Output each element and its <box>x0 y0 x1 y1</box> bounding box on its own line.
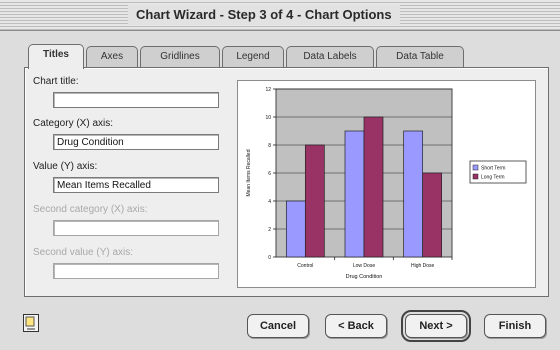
category-x-axis-label: Category (X) axis: <box>33 118 114 129</box>
next-button[interactable]: Next > <box>401 310 471 342</box>
second-value-y-axis-field <box>53 263 219 279</box>
x-axis-title: Drug Condition <box>346 274 383 280</box>
y-tick-label: 10 <box>265 115 271 121</box>
tab-gridlines[interactable]: Gridlines <box>140 46 220 67</box>
chart-title-field[interactable] <box>53 92 219 108</box>
bar-long-term <box>422 172 443 258</box>
cancel-button[interactable]: Cancel <box>247 314 309 338</box>
y-tick-label: 12 <box>265 87 271 93</box>
value-y-axis-field[interactable]: Mean Items Recalled <box>53 177 219 193</box>
chart-wizard-window: Chart Wizard - Step 3 of 4 - Chart Optio… <box>0 0 560 350</box>
category-x-axis-field[interactable]: Drug Condition <box>53 134 219 150</box>
chart-preview: 0 2 4 6 8 10 12 Control Low Dose High Dose Drug Co… <box>237 80 536 288</box>
office-assistant-icon <box>23 314 39 332</box>
legend-label: Short Term <box>481 166 505 172</box>
tab-titles[interactable]: Titles <box>28 44 84 69</box>
y-axis-title: Mean Items Recalled <box>246 149 252 196</box>
y-tick-label: 2 <box>268 227 271 233</box>
second-category-x-axis-field <box>53 220 219 236</box>
options-panel: Chart title: Category (X) axis: Drug Con… <box>24 67 549 297</box>
bar-short-term <box>344 130 365 258</box>
tab-axes[interactable]: Axes <box>86 46 138 67</box>
x-tick-label: Low Dose <box>353 263 375 269</box>
legend-swatch <box>472 173 479 180</box>
finish-button[interactable]: Finish <box>484 314 546 338</box>
second-category-x-axis-label: Second category (X) axis: <box>33 204 148 215</box>
window-title: Chart Wizard - Step 3 of 4 - Chart Optio… <box>128 5 400 25</box>
second-value-y-axis-label: Second value (Y) axis: <box>33 247 134 258</box>
y-tick-label: 8 <box>268 143 271 149</box>
bar-long-term <box>304 144 325 258</box>
help-button[interactable] <box>22 313 40 333</box>
x-tick-label: Control <box>297 263 313 269</box>
y-tick-label: 0 <box>268 255 271 261</box>
x-tick-label: High Dose <box>411 263 435 269</box>
bar-short-term <box>403 130 424 258</box>
chart-title-label: Chart title: <box>33 76 79 87</box>
back-button[interactable]: < Back <box>325 314 387 338</box>
y-tick-label: 6 <box>268 171 271 177</box>
chart-preview-svg: 0 2 4 6 8 10 12 Control Low Dose High Dose Drug Co… <box>246 87 527 280</box>
legend-label: Long Term <box>481 175 505 181</box>
legend-swatch <box>472 164 479 171</box>
bar-long-term <box>363 116 384 258</box>
tab-data-table[interactable]: Data Table <box>376 46 464 67</box>
value-y-axis-label: Value (Y) axis: <box>33 161 98 172</box>
y-tick-label: 4 <box>268 199 271 205</box>
tab-legend[interactable]: Legend <box>222 46 284 67</box>
title-bar[interactable]: Chart Wizard - Step 3 of 4 - Chart Optio… <box>0 0 560 31</box>
bar-short-term <box>285 200 306 258</box>
tab-data-labels[interactable]: Data Labels <box>286 46 374 67</box>
